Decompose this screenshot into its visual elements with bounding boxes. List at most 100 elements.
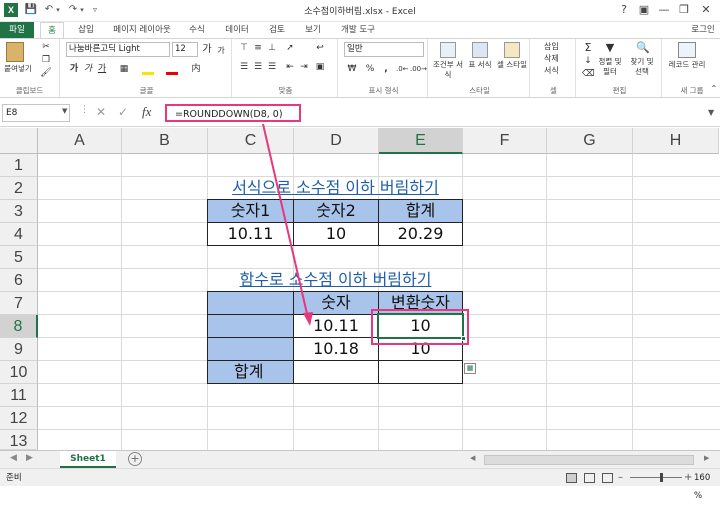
scroll-prev-sheet-icon[interactable]: ◀: [10, 453, 17, 463]
font-name-select[interactable]: 나눔바른고딕 Light: [66, 42, 170, 57]
column-header-a[interactable]: A: [38, 128, 122, 154]
expand-formula-bar-icon[interactable]: ▼: [708, 108, 714, 117]
orientation-icon[interactable]: ➚: [284, 42, 296, 54]
table2-total-label[interactable]: 합계: [207, 360, 294, 384]
format-table-icon[interactable]: [472, 42, 488, 58]
tab-file[interactable]: 파일: [0, 22, 34, 38]
format-cells-button[interactable]: 서식: [538, 66, 572, 76]
decrease-indent-icon[interactable]: ⇤: [284, 61, 296, 73]
conditional-format-icon[interactable]: [440, 42, 456, 58]
quick-analysis-icon[interactable]: ▦: [464, 363, 476, 374]
underline-icon[interactable]: 가: [96, 63, 108, 75]
fill-color-icon[interactable]: [142, 65, 154, 75]
table2-row9-number[interactable]: 10.18: [293, 337, 379, 361]
delete-cells-button[interactable]: 삭제: [538, 54, 572, 64]
column-header-g[interactable]: G: [547, 128, 633, 154]
align-right-icon[interactable]: ☰: [266, 61, 278, 73]
formula-input[interactable]: =ROUNDDOWN(D8, 0): [165, 104, 301, 122]
collapse-ribbon-icon[interactable]: ⌃: [708, 83, 720, 95]
tab-view[interactable]: 보기: [298, 22, 328, 38]
find-select-icon[interactable]: 🔍: [636, 42, 650, 54]
borders-icon[interactable]: ▦: [118, 63, 130, 75]
table1-value-number1[interactable]: 10.11: [207, 222, 294, 246]
row-header-12[interactable]: 12: [0, 407, 38, 430]
sort-filter-button[interactable]: 정렬 및 필터: [596, 57, 624, 77]
format-table-button[interactable]: 표 서식: [464, 60, 496, 70]
scroll-next-sheet-icon[interactable]: ▶: [26, 453, 33, 463]
merge-center-icon[interactable]: ▣: [314, 61, 326, 73]
font-size-select[interactable]: 12: [172, 42, 198, 57]
row-header-1[interactable]: 1: [0, 154, 38, 177]
zoom-in-icon[interactable]: +: [684, 469, 692, 487]
clear-icon[interactable]: ⌫: [582, 68, 595, 80]
cut-icon[interactable]: ✂: [40, 41, 52, 53]
add-sheet-icon[interactable]: +: [128, 452, 142, 466]
phonetic-icon[interactable]: 内: [190, 63, 202, 75]
column-header-b[interactable]: B: [122, 128, 208, 154]
table1-value-sum[interactable]: 20.29: [378, 222, 463, 246]
worksheet-grid[interactable]: A B C D E F G H 1 2 3 4 5 6 7 8 9 10 11 …: [0, 128, 720, 450]
table1-value-number2[interactable]: 10: [293, 222, 379, 246]
horizontal-scrollbar[interactable]: [484, 455, 694, 465]
zoom-slider-thumb[interactable]: [660, 473, 663, 482]
table1-header-number2[interactable]: 숫자2: [293, 199, 379, 223]
row-header-10[interactable]: 10: [0, 361, 38, 384]
row-header-9[interactable]: 9: [0, 338, 38, 361]
row-header-3[interactable]: 3: [0, 200, 38, 223]
column-header-d[interactable]: D: [294, 128, 379, 154]
table1-header-sum[interactable]: 합계: [378, 199, 463, 223]
table2-header-number[interactable]: 숫자: [293, 291, 379, 315]
increase-indent-icon[interactable]: ⇥: [298, 61, 310, 73]
zoom-out-icon[interactable]: –: [618, 469, 623, 487]
close-icon[interactable]: ✕: [698, 2, 714, 18]
italic-icon[interactable]: 가: [82, 63, 94, 75]
sign-in-link[interactable]: 로그인: [686, 22, 720, 38]
paste-button[interactable]: 붙여넣기: [0, 64, 36, 74]
record-manage-icon[interactable]: [678, 42, 696, 58]
percent-style-icon[interactable]: %: [364, 63, 376, 75]
name-box[interactable]: E8: [2, 104, 70, 122]
table2-row9-label[interactable]: [207, 337, 294, 361]
bold-icon[interactable]: 가: [68, 63, 80, 75]
tab-formulas[interactable]: 수식: [182, 22, 212, 38]
table2-corner-cell[interactable]: [207, 291, 294, 315]
font-color-icon[interactable]: [166, 65, 178, 75]
tab-developer[interactable]: 개발 도구: [334, 22, 382, 38]
table2-total-converted[interactable]: [378, 360, 463, 384]
font-shrink-icon[interactable]: 가: [215, 45, 227, 57]
number-format-select[interactable]: 일반: [344, 42, 424, 57]
page-layout-view-icon[interactable]: [584, 473, 595, 483]
row-header-6[interactable]: 6: [0, 269, 38, 292]
column-header-e[interactable]: E: [379, 128, 463, 154]
align-middle-icon[interactable]: ≡: [252, 42, 264, 54]
cell-styles-button[interactable]: 셀 스타일: [496, 60, 528, 70]
copy-icon[interactable]: ❐: [40, 54, 52, 66]
table2-total-number[interactable]: [293, 360, 379, 384]
tab-review[interactable]: 검토: [262, 22, 292, 38]
minimize-icon[interactable]: —: [656, 2, 672, 18]
name-box-dropdown-icon[interactable]: ▼: [62, 107, 67, 115]
increase-decimal-icon[interactable]: .0←: [396, 63, 409, 75]
align-left-icon[interactable]: ☰: [238, 61, 250, 73]
zoom-slider[interactable]: [630, 477, 682, 478]
insert-cells-button[interactable]: 삽입: [538, 42, 572, 52]
cell-styles-icon[interactable]: [504, 42, 520, 58]
row-header-13[interactable]: 13: [0, 430, 38, 450]
help-icon[interactable]: ?: [616, 2, 632, 18]
normal-view-icon[interactable]: [566, 473, 577, 483]
sheet-tab-sheet1[interactable]: Sheet1: [60, 451, 116, 468]
tab-data[interactable]: 데이터: [218, 22, 256, 38]
autosum-icon[interactable]: Σ: [582, 42, 594, 54]
column-header-f[interactable]: F: [463, 128, 547, 154]
row-header-5[interactable]: 5: [0, 246, 38, 269]
row-header-2[interactable]: 2: [0, 177, 38, 200]
sort-filter-icon[interactable]: ▼: [604, 42, 616, 54]
align-bottom-icon[interactable]: ⊥: [266, 42, 278, 54]
ribbon-display-icon[interactable]: ▣: [636, 2, 652, 18]
column-header-h[interactable]: H: [633, 128, 719, 154]
restore-icon[interactable]: ❐: [676, 2, 692, 18]
paste-icon[interactable]: [6, 42, 24, 62]
horizontal-scroll-right-icon[interactable]: ▶: [704, 454, 709, 462]
row-header-4[interactable]: 4: [0, 223, 38, 246]
table2-row8-number[interactable]: 10.11: [293, 314, 379, 338]
